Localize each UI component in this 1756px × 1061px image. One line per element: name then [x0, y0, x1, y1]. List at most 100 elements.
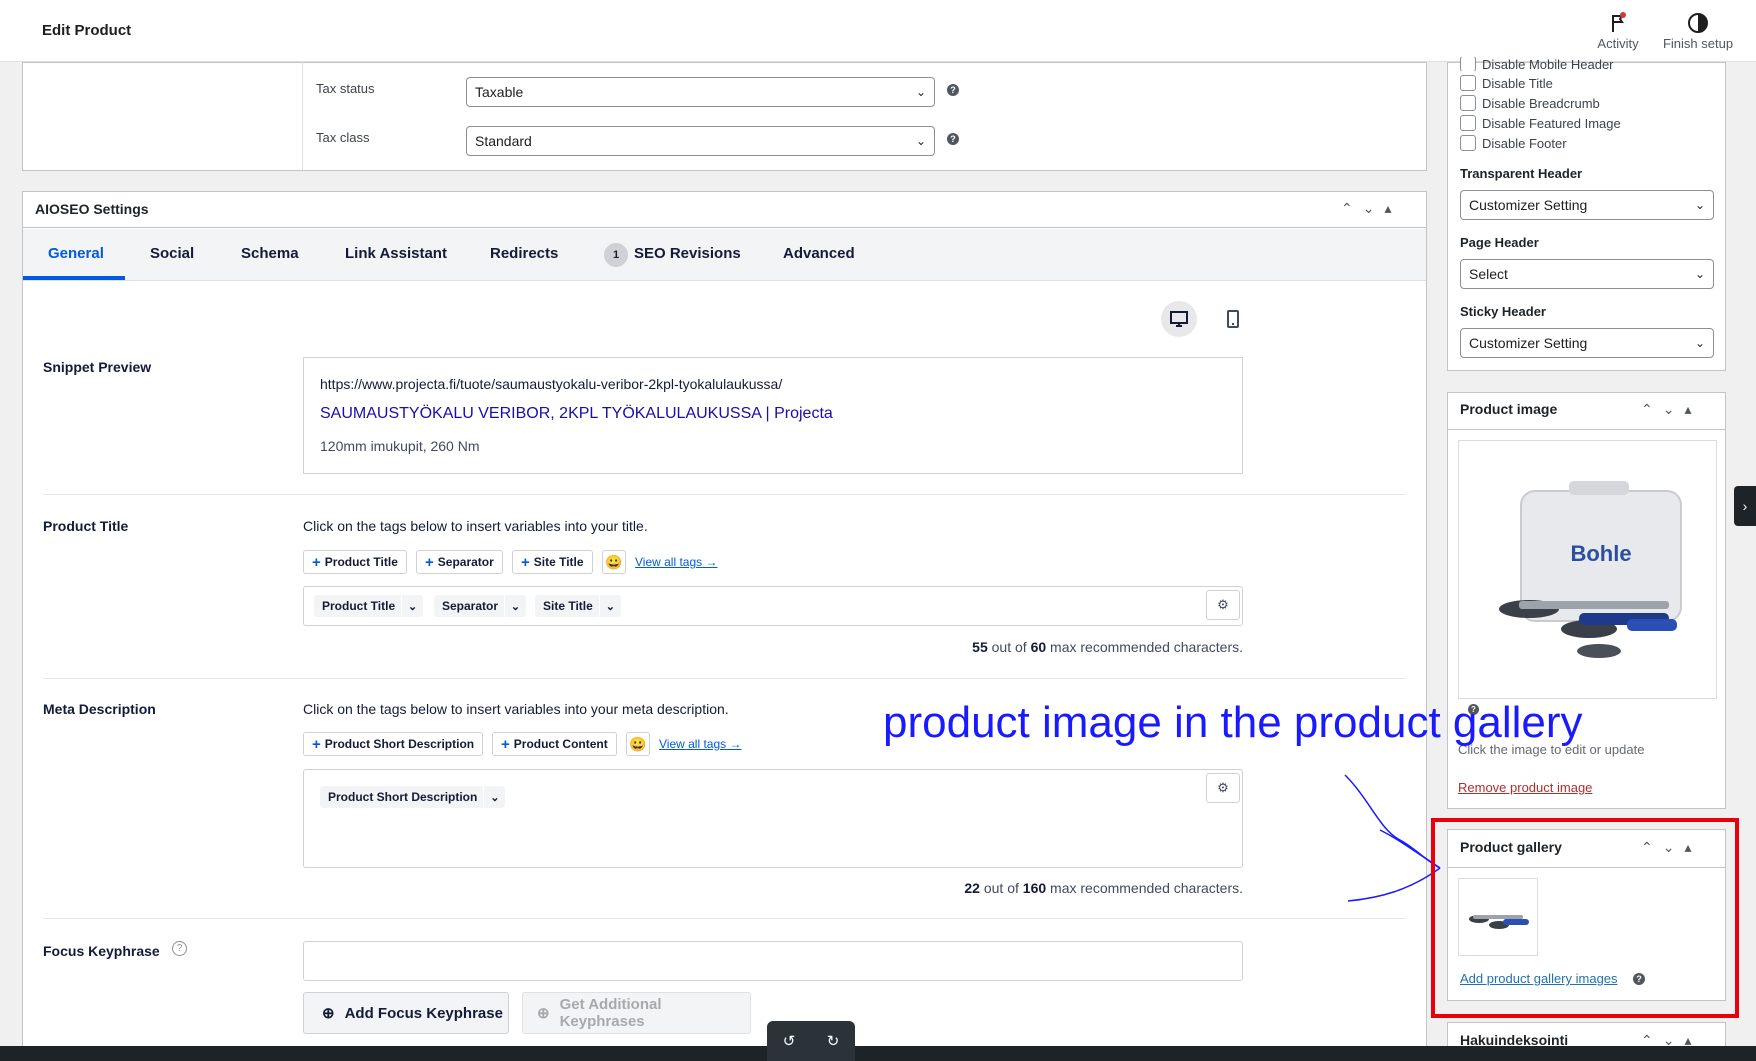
product-image-thumbnail[interactable]: Bohle: [1458, 440, 1717, 699]
plus-circle-icon: ⊕: [322, 1005, 335, 1022]
meta-char-count: 22 out of 160 max recommended characters…: [800, 880, 1243, 896]
mobile-preview-button[interactable]: [1215, 301, 1251, 337]
mobile-icon: [1227, 310, 1239, 328]
rewind-icon[interactable]: ↺: [783, 1032, 796, 1050]
insert-product-title-tag[interactable]: + Product Title: [303, 550, 407, 574]
plus-icon: +: [312, 735, 321, 753]
checkbox-label: Disable Mobile Header: [1482, 57, 1614, 71]
tag-label: Product Title: [324, 555, 398, 569]
emoji-picker-button[interactable]: 😀: [602, 550, 626, 574]
checkbox[interactable]: [1460, 95, 1476, 111]
count-suffix: max recommended characters.: [1050, 639, 1243, 655]
emoji-picker-button[interactable]: 😀: [626, 732, 650, 756]
transparent-header-select[interactable]: Customizer Setting ⌄: [1460, 190, 1714, 220]
checkbox-disable-featured-image[interactable]: Disable Featured Image: [1460, 115, 1621, 131]
tab-advanced[interactable]: Advanced: [783, 245, 855, 262]
focus-keyphrase-input[interactable]: [303, 941, 1243, 981]
insert-site-title-tag[interactable]: + Site Title: [512, 550, 593, 574]
help-icon[interactable]: ?: [947, 84, 959, 96]
chevron-down-icon[interactable]: ⌄: [483, 786, 505, 808]
page-header-select[interactable]: Select ⌄: [1460, 259, 1714, 289]
product-title-label: Product Title: [43, 518, 129, 534]
divider: [302, 62, 303, 170]
plus-icon: +: [501, 735, 510, 753]
chevron-down-icon[interactable]: ⌄: [401, 595, 423, 617]
chip-label: Site Title: [543, 599, 593, 613]
chevron-down-icon[interactable]: ⌄: [598, 595, 621, 617]
remove-product-image-link[interactable]: Remove product image: [1458, 780, 1592, 795]
annotation-highlight-box: [1431, 818, 1739, 1018]
tax-status-select[interactable]: Taxable ⌄: [466, 77, 935, 107]
desktop-preview-button[interactable]: [1161, 301, 1197, 337]
meta-max-value: 160: [1022, 880, 1047, 896]
add-focus-keyphrase-button[interactable]: ⊕ Add Focus Keyphrase: [303, 992, 509, 1034]
tag-label: Product Short Description: [324, 737, 475, 751]
snippet-title: SAUMAUSTYÖKALU VERIBOR, 2KPL TYÖKALULAUK…: [320, 405, 833, 422]
checkbox-label: Disable Featured Image: [1482, 115, 1621, 131]
sticky-header-select[interactable]: Customizer Setting ⌄: [1460, 328, 1714, 358]
snippet-url: https://www.projecta.fi/tuote/saumaustyo…: [320, 376, 783, 392]
get-additional-keyphrases-button[interactable]: ⊕ Get Additional Keyphrases: [522, 992, 751, 1034]
tax-status-value: Taxable: [475, 84, 524, 100]
title-chip-product-title[interactable]: Product Title ⌄: [314, 595, 424, 617]
title-chip-site-title[interactable]: Site Title ⌄: [535, 595, 621, 617]
panel-move-arrows[interactable]: ⌃⌄▴: [1341, 200, 1402, 217]
checkbox-disable-breadcrumb[interactable]: Disable Breadcrumb: [1460, 95, 1600, 111]
tab-seo-revisions[interactable]: SEO Revisions: [634, 245, 741, 262]
activity-button[interactable]: Activity: [1592, 12, 1644, 51]
title-char-count: 55 out of 60 max recommended characters.: [800, 639, 1243, 655]
checkbox-disable-title[interactable]: Disable Title: [1460, 75, 1553, 91]
tag-label: Product Content: [513, 737, 608, 751]
button-label: Get Additional Keyphrases: [559, 996, 662, 1030]
view-all-tags-link[interactable]: View all tags →: [635, 555, 717, 569]
snippet-preview-label: Snippet Preview: [43, 359, 152, 375]
tab-general[interactable]: General: [48, 245, 104, 262]
tab-redirects[interactable]: Redirects: [490, 245, 558, 262]
tax-class-select[interactable]: Standard ⌄: [466, 126, 935, 156]
ai-generator-button[interactable]: ⚙: [1206, 773, 1240, 803]
chip-label: Separator: [442, 599, 499, 613]
divider: [43, 918, 1406, 919]
tag-label: Site Title: [533, 555, 584, 569]
view-all-tags-link[interactable]: View all tags →: [659, 737, 741, 751]
panel-move-arrows[interactable]: ⌃⌄▴: [1641, 401, 1702, 418]
activity-label: Activity: [1597, 36, 1639, 51]
tab-social[interactable]: Social: [150, 245, 194, 262]
meta-chip-short-description[interactable]: Product Short Description ⌄: [320, 786, 506, 808]
desktop-icon: [1170, 311, 1188, 327]
title-chip-separator[interactable]: Separator ⌄: [434, 595, 527, 617]
collapse-toggle[interactable]: ›: [1734, 486, 1756, 526]
finish-setup-button[interactable]: Finish setup: [1660, 12, 1736, 51]
page-title: Edit Product: [42, 22, 132, 39]
checkbox[interactable]: [1460, 115, 1476, 131]
meta-description-editor[interactable]: [303, 769, 1243, 868]
product-photo: Bohle: [1499, 481, 1682, 658]
playback-toolbar: ↺ ↻: [767, 1021, 855, 1061]
ai-generator-button[interactable]: ⚙: [1206, 590, 1240, 620]
chevron-down-icon: ⌄: [1694, 267, 1705, 281]
plus-circle-icon: ⊕: [537, 1005, 550, 1022]
focus-keyphrase-label: Focus Keyphrase: [43, 943, 160, 959]
checkbox-disable-mobile-header[interactable]: Disable Mobile Header: [1460, 57, 1614, 71]
insert-separator-tag[interactable]: + Separator: [416, 550, 503, 574]
checkbox-disable-footer[interactable]: Disable Footer: [1460, 135, 1567, 151]
plus-icon: +: [312, 553, 321, 571]
forward-icon[interactable]: ↻: [827, 1032, 840, 1050]
insert-product-content-tag[interactable]: + Product Content: [492, 732, 617, 756]
tab-schema[interactable]: Schema: [241, 245, 299, 262]
checkbox[interactable]: [1460, 135, 1476, 151]
annotation-text: product image in the product gallery: [883, 698, 1583, 747]
checkbox[interactable]: [1460, 57, 1476, 71]
button-label: Add Focus Keyphrase: [344, 1004, 503, 1022]
question-icon[interactable]: ?: [172, 941, 187, 956]
insert-short-description-tag[interactable]: + Product Short Description: [303, 732, 484, 756]
chevron-down-icon[interactable]: ⌄: [504, 595, 526, 617]
count-suffix: max recommended characters.: [1050, 880, 1243, 896]
chevron-down-icon: ⌄: [1694, 198, 1705, 212]
checkbox[interactable]: [1460, 75, 1476, 91]
divider: [43, 494, 1406, 495]
help-icon[interactable]: ?: [947, 133, 959, 145]
out-of-text: out of: [991, 639, 1027, 655]
tax-status-label: Tax status: [316, 81, 375, 96]
tab-link-assistant[interactable]: Link Assistant: [345, 245, 447, 262]
